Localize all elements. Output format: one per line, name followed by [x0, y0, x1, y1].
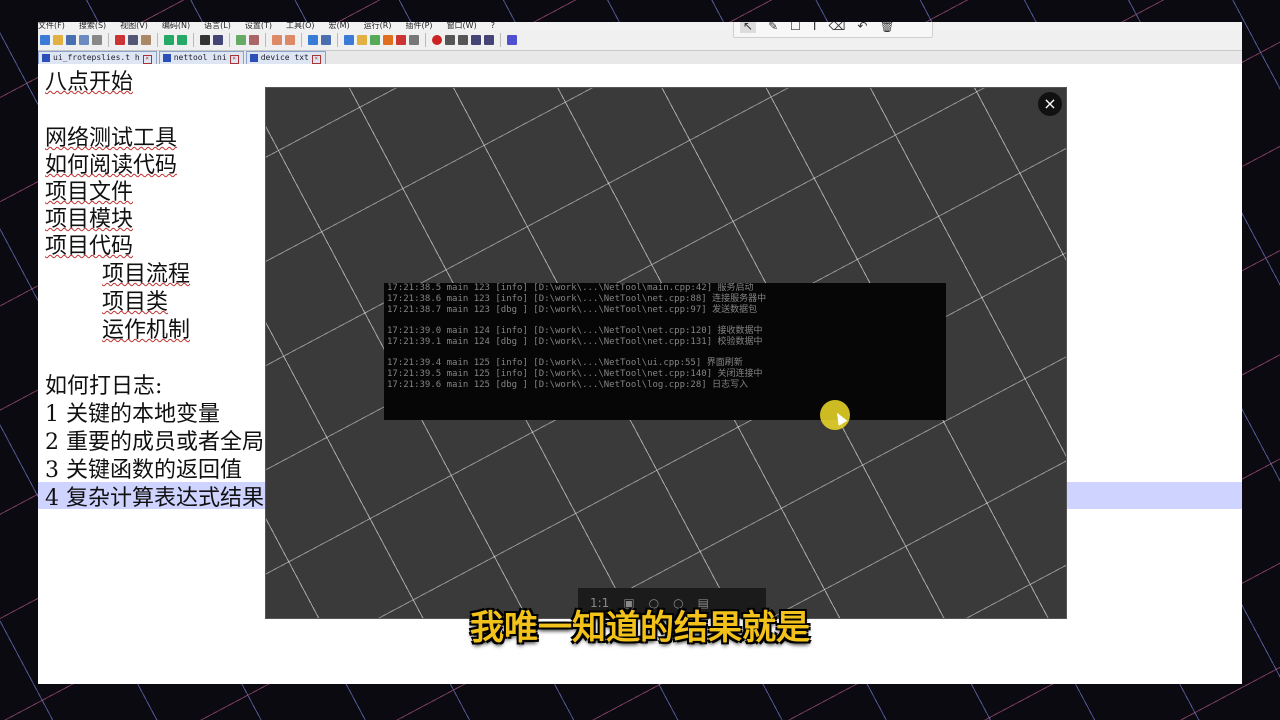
preview-icon[interactable]: [409, 35, 419, 45]
console-blank-row: [384, 348, 946, 358]
redo-icon[interactable]: [177, 35, 187, 45]
tab-label: nettool ini: [173, 53, 227, 62]
menu-item[interactable]: 视图(V): [120, 22, 148, 30]
video-subtitle: 我唯一知道的结果就是: [470, 608, 810, 648]
paste-icon[interactable]: [141, 35, 151, 45]
console-log-row: 17:21:39.6 main 125 [dbg ] [D:\work\...\…: [387, 380, 749, 390]
menu-item[interactable]: 设置(T): [245, 22, 272, 30]
bookmark-icon[interactable]: [396, 35, 406, 45]
zoom-out-icon[interactable]: [249, 35, 259, 45]
toolbar-divider: [337, 33, 338, 47]
folder-workspace-icon[interactable]: [370, 35, 380, 45]
rectangle-icon[interactable]: ☐: [790, 22, 801, 33]
console-log-row: 17:21:38.7 main 123 [dbg ] [D:\work\...\…: [387, 305, 758, 315]
console-log-row: 17:21:39.1 main 124 [dbg ] [D:\work\...\…: [387, 337, 763, 347]
monitor-icon[interactable]: [383, 35, 393, 45]
editor-line: 八点开始: [45, 70, 134, 95]
menu-bar: 文件(F) 搜索(S) 视图(V) 编码(N) 语言(L) 设置(T) 工具(O) 宏(M) 运…: [38, 22, 1242, 30]
tab-label: device txt: [260, 53, 309, 62]
menu-item[interactable]: 运行(R): [364, 22, 392, 30]
tab-close-icon[interactable]: ×: [229, 55, 239, 64]
toolbar-divider: [108, 33, 109, 47]
toolbar-divider: [425, 33, 426, 47]
close-button[interactable]: ×: [1038, 92, 1062, 116]
menu-item[interactable]: 搜索(S): [79, 22, 106, 30]
indent-guide-icon[interactable]: [308, 35, 318, 45]
editor-line: 4 复杂计算表达式结果: [45, 486, 264, 511]
image-viewer-overlay[interactable]: × 17:21:38.5 main 123 [info] [D:\work\..…: [266, 88, 1066, 618]
spellcheck-icon[interactable]: [507, 35, 517, 45]
play-macro-icon[interactable]: [458, 35, 468, 45]
editor-tab[interactable]: nettool ini ×: [158, 51, 244, 64]
menu-item[interactable]: 语言(L): [204, 22, 231, 30]
editor-tab[interactable]: ui_frotepslies.t h ×: [38, 51, 157, 64]
toolbar-divider: [301, 33, 302, 47]
menu-item[interactable]: ?: [491, 22, 495, 30]
console-log-row: 17:21:39.0 main 124 [info] [D:\work\...\…: [387, 326, 763, 336]
show-all-chars-icon[interactable]: [321, 35, 331, 45]
stop-macro-icon[interactable]: [445, 35, 455, 45]
save-icon[interactable]: [66, 35, 76, 45]
pen-icon[interactable]: ✎: [768, 22, 778, 33]
console-log-row: 17:21:39.5 main 125 [info] [D:\work\...\…: [387, 369, 763, 379]
menu-item[interactable]: 文件(F): [38, 22, 65, 30]
undo-icon[interactable]: [164, 35, 174, 45]
toolbar-divider: [229, 33, 230, 47]
play-multiple-icon[interactable]: [471, 35, 481, 45]
text-icon[interactable]: I: [813, 22, 817, 33]
pointer-icon[interactable]: ↖: [740, 22, 757, 33]
toolbar-divider: [265, 33, 266, 47]
editor-line: 运作机制: [102, 318, 191, 343]
new-file-icon[interactable]: [40, 35, 50, 45]
record-macro-icon[interactable]: [432, 35, 442, 45]
menu-item[interactable]: 插件(P): [405, 22, 432, 30]
editor-tab[interactable]: device txt ×: [245, 51, 326, 64]
save-all-icon[interactable]: [79, 35, 89, 45]
toolbar-divider: [500, 33, 501, 47]
undo-icon[interactable]: ↶: [857, 22, 867, 33]
open-file-icon[interactable]: [53, 35, 63, 45]
mouse-cursor-highlight: [820, 400, 850, 430]
trash-icon[interactable]: 🗑: [879, 22, 894, 33]
console-screenshot: 17:21:38.5 main 123 [info] [D:\work\...\…: [384, 283, 946, 420]
menu-item[interactable]: 编码(N): [162, 22, 190, 30]
console-blank-row: [384, 316, 946, 326]
toolbar-divider: [193, 33, 194, 47]
function-list-icon[interactable]: [357, 35, 367, 45]
annotation-toolbar: ↖ ✎ ☐ I ⌫ ↶ 🗑: [733, 22, 933, 38]
wrap-icon[interactable]: [285, 35, 295, 45]
save-macro-icon[interactable]: [484, 35, 494, 45]
console-log-row: 17:21:38.5 main 123 [info] [D:\work\...\…: [387, 283, 754, 293]
find-icon[interactable]: [200, 35, 210, 45]
zoom-in-icon[interactable]: [236, 35, 246, 45]
tab-bar: ui_frotepslies.t h × nettool ini × device tx…: [38, 51, 1242, 64]
tab-close-icon[interactable]: ×: [142, 55, 152, 64]
doc-map-icon[interactable]: [344, 35, 354, 45]
menu-item[interactable]: 工具(O): [286, 22, 315, 30]
sync-scroll-icon[interactable]: [272, 35, 282, 45]
toolbar: [38, 30, 1242, 51]
toolbar-divider: [157, 33, 158, 47]
console-log-row: 17:21:38.6 main 123 [info] [D:\work\...\…: [387, 294, 767, 304]
replace-icon[interactable]: [213, 35, 223, 45]
tab-label: ui_frotepslies.t h: [53, 53, 140, 62]
menu-item[interactable]: 宏(M): [329, 22, 350, 30]
print-icon[interactable]: [92, 35, 102, 45]
copy-icon[interactable]: [128, 35, 138, 45]
menu-item[interactable]: 窗口(W): [447, 22, 477, 30]
eraser-icon[interactable]: ⌫: [828, 22, 845, 33]
tab-close-icon[interactable]: ×: [311, 55, 321, 64]
cut-icon[interactable]: [115, 35, 125, 45]
console-log-row: 17:21:39.4 main 125 [info] [D:\work\...\…: [387, 358, 743, 368]
